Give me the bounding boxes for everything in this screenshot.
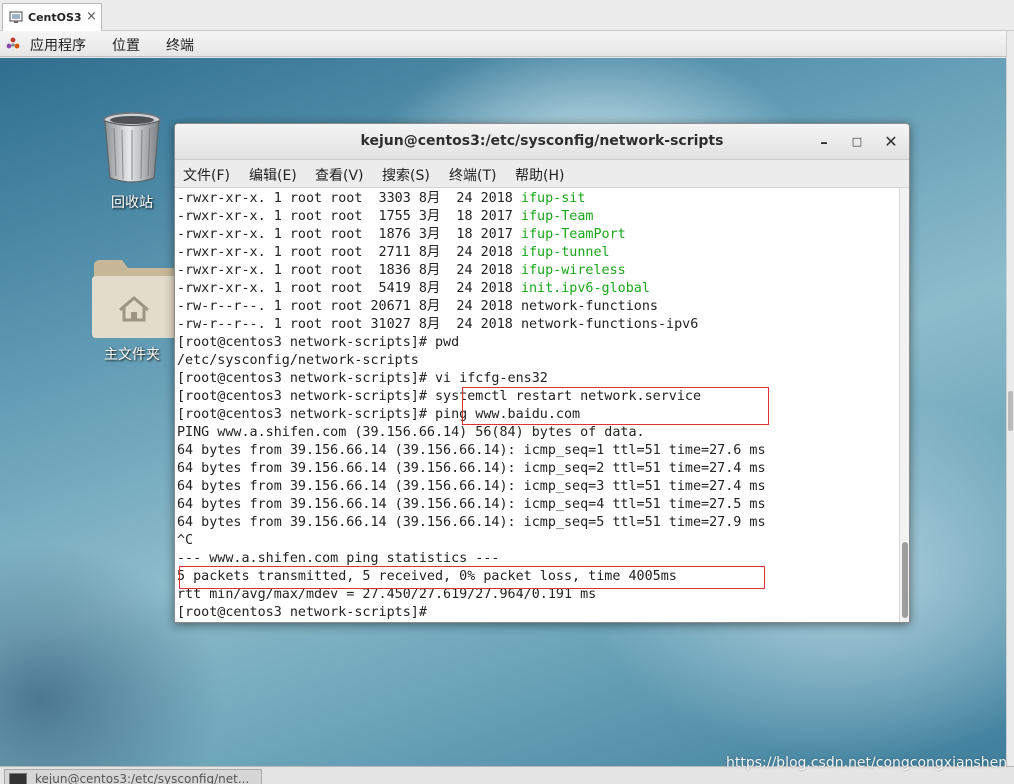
terminal-icon [9,773,27,784]
ping-reply-line: 64 bytes from 39.156.66.14 (39.156.66.14… [177,461,766,476]
prompt-line: [root@centos3 network-scripts]# systemct… [177,389,702,404]
desktop-trash[interactable]: 回收站 [92,112,172,212]
menu-view[interactable]: 查看(V) [315,165,364,185]
vm-tab-label: CentOS3 [28,11,82,24]
menu-file[interactable]: 文件(F) [183,165,230,185]
ping-summary-line: 5 packets transmitted, 5 received, 0% pa… [177,569,677,584]
terminal-app-menu[interactable]: 终端 [166,35,194,55]
top-panel: 应用程序 位置 终端 [0,31,1006,57]
close-button[interactable]: ✕ [880,131,902,153]
vm-tab-bar: CentOS3 × ▲ [0,0,1014,47]
applications-menu[interactable]: 应用程序 [30,35,86,55]
listing-line: -rwxr-xr-x. 1 root root 5419 8月 24 2018 … [177,281,650,296]
terminal-menubar: 文件(F) 编辑(E) 查看(V) 搜索(S) 终端(T) 帮助(H) [175,160,909,188]
prompt-line: [root@centos3 network-scripts]# [177,605,427,620]
listing-line: -rwxr-xr-x. 1 root root 2711 8月 24 2018 … [177,245,610,260]
listing-line: -rw-r--r--. 1 root root 31027 8月 24 2018… [177,317,699,332]
ping-reply-line: 64 bytes from 39.156.66.14 (39.156.66.14… [177,497,766,512]
scrollbar-thumb[interactable] [902,542,908,618]
desktop-home-folder[interactable]: 主文件夹 [92,258,176,364]
vm-vertical-scrollbar[interactable] [1006,31,1014,766]
home-folder-icon [92,260,176,338]
window-title: kejun@centos3:/etc/sysconfig/network-scr… [360,133,724,149]
menu-help[interactable]: 帮助(H) [515,165,564,185]
output-line: --- www.a.shifen.com ping statistics --- [177,551,500,566]
output-line: /etc/sysconfig/network-scripts [177,353,419,368]
prompt-line: [root@centos3 network-scripts]# pwd [177,335,460,350]
watermark: https://blog.csdn.net/congcongxianshen [726,755,1008,771]
prompt-line: [root@centos3 network-scripts]# vi ifcfg… [177,371,548,386]
ping-reply-line: 64 bytes from 39.156.66.14 (39.156.66.14… [177,479,766,494]
scrollbar-thumb[interactable] [1008,391,1013,431]
taskbar-terminal-item[interactable]: kejun@centos3:/etc/sysconfig/net... [4,769,262,784]
close-icon[interactable]: × [86,9,97,24]
places-menu[interactable]: 位置 [112,35,140,55]
window-titlebar[interactable]: kejun@centos3:/etc/sysconfig/network-scr… [175,124,909,160]
terminal-scrollbar[interactable] [899,188,909,622]
ping-reply-line: 64 bytes from 39.156.66.14 (39.156.66.14… [177,443,766,458]
listing-line: -rwxr-xr-x. 1 root root 3303 8月 24 2018 … [177,191,586,206]
listing-line: -rwxr-xr-x. 1 root root 1836 8月 24 2018 … [177,263,626,278]
menu-search[interactable]: 搜索(S) [382,165,430,185]
taskbar-item-label: kejun@centos3:/etc/sysconfig/net... [35,772,250,784]
minimize-button[interactable]: – [813,131,835,153]
listing-line: -rwxr-xr-x. 1 root root 1876 3月 18 2017 … [177,227,626,242]
menu-terminal[interactable]: 终端(T) [449,165,496,185]
trash-label: 回收站 [111,195,153,211]
menu-edit[interactable]: 编辑(E) [249,165,297,185]
trash-icon [103,112,161,183]
applications-icon [6,37,20,49]
terminal-window: kejun@centos3:/etc/sysconfig/network-scr… [174,123,910,623]
maximize-button[interactable]: □ [846,131,868,153]
terminal-output[interactable]: -rwxr-xr-x. 1 root root 3303 8月 24 2018 … [175,188,899,622]
listing-line: -rwxr-xr-x. 1 root root 1755 3月 18 2017 … [177,209,594,224]
ping-reply-line: 64 bytes from 39.156.66.14 (39.156.66.14… [177,515,766,530]
vm-icon [9,11,23,23]
listing-line: -rw-r--r--. 1 root root 20671 8月 24 2018… [177,299,658,314]
home-folder-label: 主文件夹 [104,347,160,363]
prompt-line: [root@centos3 network-scripts]# ping www… [177,407,581,422]
output-line: PING www.a.shifen.com (39.156.66.14) 56(… [177,425,645,440]
output-line: rtt min/avg/max/mdev = 27.450/27.619/27.… [177,587,597,602]
vm-tab-centos3[interactable]: CentOS3 × [2,3,102,31]
output-line: ^C [177,533,194,548]
